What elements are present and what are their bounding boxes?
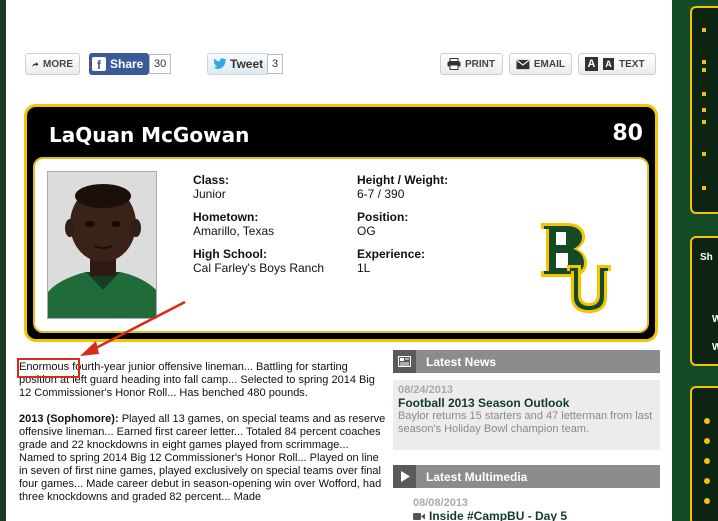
rail-promo-text: W (712, 342, 718, 353)
print-button[interactable]: PRINT (440, 53, 503, 75)
news-item[interactable]: 08/24/2013 Football 2013 Season Outlook … (393, 380, 660, 450)
position-value: OG (357, 224, 376, 238)
latest-news-header[interactable]: Latest News (393, 350, 660, 373)
player-name: LaQuan McGowan (49, 123, 250, 147)
rail-promo-heading: Sh (700, 252, 713, 263)
jersey-number: 80 (612, 121, 643, 146)
tweet-button[interactable]: Tweet (207, 53, 270, 75)
text-size-button[interactable]: A A TEXT (578, 53, 656, 75)
news-title-link[interactable]: Football 2013 Season Outlook (398, 396, 656, 410)
headshot-image (48, 172, 156, 318)
facebook-share-count: 30 (149, 54, 172, 74)
envelope-icon (516, 59, 530, 69)
high-school-label: High School: (193, 247, 267, 261)
printer-icon (447, 58, 461, 70)
rail-dot (704, 458, 710, 464)
multimedia-title-link[interactable]: Inside #CampBU - Day 5 (429, 509, 567, 521)
right-sidebar: Sh W W (672, 0, 718, 521)
latest-multimedia-heading: Latest Multimedia (426, 469, 528, 484)
position-label: Position: (357, 210, 409, 224)
rail-bullet (702, 108, 706, 112)
rail-dot (704, 498, 710, 504)
bio-season: 2013 (Sophomore): Played all 13 games, o… (19, 413, 387, 504)
share-toolbar: MORE f Share 30 Tweet 3 PRINT EMAIL A A … (25, 53, 657, 75)
high-school-value: Cal Farley's Boys Ranch (193, 261, 325, 275)
rail-bullet (702, 68, 706, 72)
height-weight-value: 6-7 / 390 (357, 187, 405, 201)
player-card: LaQuan McGowan 80 Class: Junior Hometown… (24, 104, 658, 342)
height-weight-label: Height / Weight: (357, 173, 449, 187)
season-text: Played all 13 games, on special teams an… (19, 413, 386, 503)
multimedia-title-row[interactable]: Inside #CampBU - Day 5 (413, 509, 660, 521)
experience-label: Experience: (357, 247, 426, 261)
rail-list-panel (690, 386, 718, 521)
multimedia-item[interactable]: 08/08/2013 Inside #CampBU - Day 5 (393, 495, 660, 521)
rail-bullet (702, 152, 706, 156)
facebook-share-button[interactable]: f Share (89, 53, 150, 75)
email-button[interactable]: EMAIL (509, 53, 572, 75)
player-headshot (47, 171, 157, 319)
rail-promo-panel[interactable]: Sh W W (690, 236, 718, 366)
newspaper-icon (393, 350, 416, 373)
experience-value: 1L (357, 261, 371, 275)
twitter-bird-icon (213, 58, 227, 69)
text-label: TEXT (619, 58, 645, 70)
rail-bullet (702, 92, 706, 96)
play-icon (393, 465, 416, 488)
rail-bullet (702, 60, 706, 64)
tweet-label: Tweet (230, 57, 264, 71)
latest-multimedia-header[interactable]: Latest Multimedia (393, 465, 660, 488)
annotation-highlight-box (17, 358, 80, 378)
rail-dot (704, 418, 710, 424)
class-value: Junior (193, 187, 226, 201)
news-date: 08/24/2013 (398, 384, 454, 396)
facebook-icon: f (92, 57, 106, 71)
email-label: EMAIL (533, 58, 565, 70)
class-label: Class: (193, 173, 230, 187)
hometown-label: Hometown: (193, 210, 259, 224)
rail-links-panel (690, 6, 718, 214)
tweet-count: 3 (267, 54, 284, 74)
rail-dot (704, 438, 710, 444)
news-description: Baylor returns 15 starters and 47 letter… (398, 410, 653, 435)
more-button[interactable]: MORE (25, 53, 80, 75)
hometown-value: Amarillo, Texas (193, 224, 275, 238)
baylor-bu-logo (541, 223, 611, 313)
more-label: MORE (43, 58, 73, 70)
print-label: PRINT (465, 58, 495, 70)
player-bio: Enormous fourth-year junior offensive li… (19, 361, 387, 517)
text-size-small-icon[interactable]: A (603, 58, 614, 70)
share-arrow-icon (32, 61, 39, 67)
rail-bullet (702, 186, 706, 190)
season-heading: 2013 (Sophomore): (19, 413, 119, 425)
rail-bullet (702, 120, 706, 124)
video-camera-icon (413, 512, 425, 520)
facebook-share-label: Share (110, 57, 144, 71)
rail-dot (704, 478, 710, 484)
rail-promo-text: W (712, 314, 718, 325)
rail-bullet (702, 28, 706, 32)
text-size-large-icon[interactable]: A (585, 57, 598, 71)
player-info-panel: Class: Junior Hometown: Amarillo, Texas … (33, 157, 649, 333)
latest-news-heading: Latest News (426, 354, 497, 369)
multimedia-date: 08/08/2013 (413, 497, 469, 509)
